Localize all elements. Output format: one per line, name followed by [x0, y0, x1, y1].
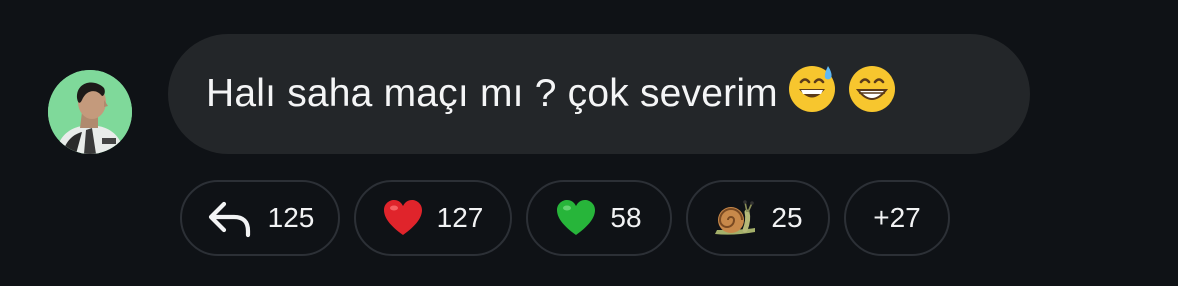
avatar-portrait-icon	[48, 70, 132, 154]
snail-reaction-chip[interactable]: 25	[686, 180, 830, 256]
snail-icon	[713, 198, 757, 238]
reply-reaction-chip[interactable]: 125	[180, 180, 340, 256]
message-bubble[interactable]: Halı saha maçı mı ? çok severim	[168, 34, 1030, 154]
reactions-bar: 125 127 58 25 +27	[180, 180, 950, 256]
green-heart-icon	[556, 199, 596, 237]
more-reactions-chip[interactable]: +27	[844, 180, 950, 256]
reply-arrow-icon	[206, 198, 254, 238]
red-heart-reaction-chip[interactable]: 127	[354, 180, 512, 256]
message-text: Halı saha maçı mı ? çok severim	[206, 72, 778, 115]
green-heart-count: 58	[610, 202, 642, 233]
reply-count: 125	[267, 202, 315, 233]
avatar[interactable]	[48, 70, 132, 154]
red-heart-icon	[383, 199, 423, 237]
grinning-face-with-sweat-icon	[786, 62, 838, 119]
beaming-face-with-smiling-eyes-icon	[846, 62, 898, 119]
green-heart-reaction-chip[interactable]: 58	[526, 180, 672, 256]
snail-count: 25	[771, 202, 803, 233]
message-row: Halı saha maçı mı ? çok severim 125 127 …	[0, 0, 1178, 286]
more-reactions-count: +27	[873, 202, 921, 233]
red-heart-count: 127	[436, 202, 484, 233]
